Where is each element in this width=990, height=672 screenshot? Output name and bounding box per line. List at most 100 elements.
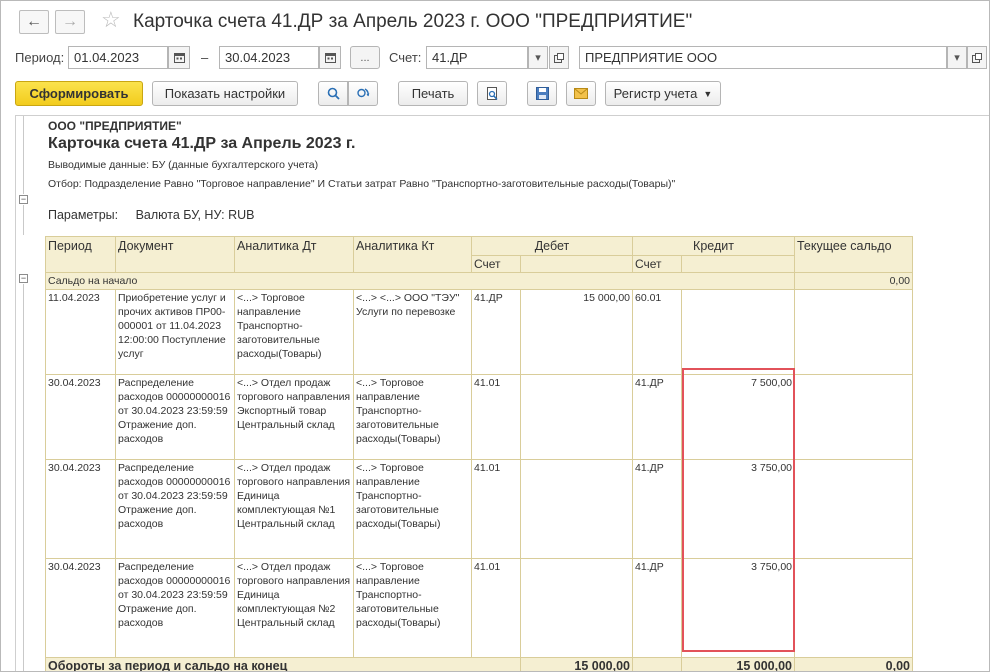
preview-button[interactable] [477,81,507,106]
dropdown-arrow-icon: ▾ [954,52,960,64]
table-row[interactable]: 30.04.2023 Распределение расходов 000000… [45,459,913,559]
header-document: Документ [115,236,235,273]
cell-credit-account: 60.01 [632,289,682,375]
generate-button[interactable]: Сформировать [15,81,143,106]
account-input[interactable]: 41.ДР [426,46,528,69]
cell-document[interactable]: Приобретение услуг и прочих активов ПР00… [115,289,235,375]
header-debit-account: Счет [471,255,521,273]
header-period: Период [45,236,116,273]
selection-text: Отбор: Подразделение Равно "Торговое нап… [48,178,676,190]
date-from-input[interactable]: 01.04.2023 [68,46,168,69]
cell-credit-account: 41.ДР [632,558,682,658]
date-to-input[interactable]: 30.04.2023 [219,46,319,69]
arrow-right-icon: → [62,13,78,30]
search-button[interactable] [318,81,348,106]
calendar-icon [173,53,185,63]
save-button[interactable] [527,81,557,106]
cell-document[interactable]: Распределение расходов 00000000016 от 30… [115,459,235,559]
organization-dropdown-button[interactable]: ▾ [947,46,967,69]
search-icon [327,87,340,100]
cell-document[interactable]: Распределение расходов 00000000016 от 30… [115,558,235,658]
cell-analytics-kt: <...> Торговое направление Транспортно-з… [353,374,472,460]
company-name: ООО "ПРЕДПРИЯТИЕ" [48,119,182,133]
header-analytics-dt: Аналитика Дт [234,236,354,273]
cell-analytics-dt: <...> Отдел продаж торгового направления… [234,558,354,658]
header-credit: Кредит [632,236,795,256]
report-table: Период Документ Аналитика Дт Аналитика К… [45,236,913,671]
cell-debit-amount [520,459,633,559]
calendar-from-button[interactable] [168,46,190,69]
table-row[interactable]: 30.04.2023 Распределение расходов 000000… [45,558,913,658]
opening-balance-row: Сальдо на начало 0,00 [45,272,913,290]
cell-credit-account: 41.ДР [632,459,682,559]
cell-period: 30.04.2023 [45,374,116,460]
cell-balance [794,459,913,559]
account-dropdown-button[interactable]: ▾ [528,46,548,69]
parameters-value: Валюта БУ, НУ: RUB [135,208,255,222]
cell-period: 30.04.2023 [45,558,116,658]
envelope-icon [574,88,588,99]
header-analytics-kt: Аналитика Кт [353,236,472,273]
account-open-button[interactable] [549,46,569,69]
cell-debit-amount [520,374,633,460]
calendar-icon [324,53,336,63]
search-next-button[interactable] [348,81,378,106]
collapse-icon[interactable]: − [19,195,28,204]
totals-credit: 15 000,00 [681,657,795,671]
window-title: Карточка счета 41.ДР за Апрель 2023 г. О… [133,11,693,32]
collapse-icon[interactable]: − [19,274,28,283]
open-link-icon [972,52,982,63]
forward-button[interactable]: → [55,10,85,34]
refresh-search-icon [357,88,370,98]
show-settings-button[interactable]: Показать настройки [152,81,298,106]
cell-analytics-dt: <...> Торговое направление Транспортно-з… [234,289,354,375]
cell-debit-account: 41.01 [471,558,521,658]
organization-input[interactable]: ПРЕДПРИЯТИЕ ООО [579,46,947,69]
cell-period: 11.04.2023 [45,289,116,375]
cell-balance [794,558,913,658]
report-heading: Карточка счета 41.ДР за Апрель 2023 г. [48,135,356,152]
cell-period: 30.04.2023 [45,459,116,559]
star-icon[interactable]: ☆ [101,7,121,33]
send-email-button[interactable] [566,81,596,106]
organization-open-button[interactable] [967,46,987,69]
cell-analytics-dt: <...> Отдел продаж торгового направления… [234,459,354,559]
header-credit-account: Счет [632,255,682,273]
back-button[interactable]: ← [19,10,49,34]
opening-balance-label: Сальдо на начало [45,272,795,290]
choose-period-button[interactable]: ... [350,46,380,69]
registry-button[interactable]: Регистр учета ▼ [605,81,721,106]
table-row[interactable]: 11.04.2023 Приобретение услуг и прочих а… [45,289,913,375]
group-line [23,116,24,194]
totals-debit: 15 000,00 [520,657,633,671]
period-dash: – [201,50,209,65]
period-label: Период: [15,50,65,65]
output-data-text: Выводимые данные: БУ (данные бухгалтерск… [48,159,319,171]
cell-balance [794,289,913,375]
table-row[interactable]: 30.04.2023 Распределение расходов 000000… [45,374,913,460]
parameters-line: Параметры: Валюта БУ, НУ: RUB [48,208,254,222]
totals-label: Обороты за период и сальдо на конец [45,657,521,671]
cell-credit-amount: 7 500,00 [681,374,795,460]
floppy-disk-icon [535,87,549,100]
calendar-to-button[interactable] [319,46,341,69]
totals-row: Обороты за период и сальдо на конец 15 0… [45,657,913,671]
dropdown-arrow-icon: ▾ [535,52,541,64]
cell-analytics-dt: <...> Отдел продаж торгового направления… [234,374,354,460]
print-preview-icon [486,86,498,100]
cell-debit-account: 41.01 [471,459,521,559]
cell-credit-account: 41.ДР [632,374,682,460]
cell-debit-amount: 15 000,00 [520,289,633,375]
cell-analytics-kt: <...> Торговое направление Транспортно-з… [353,459,472,559]
group-line [23,284,24,671]
parameters-label: Параметры: [48,208,119,222]
report-window: ← → ☆ Карточка счета 41.ДР за Апрель 202… [0,0,990,672]
registry-button-label: Регистр учета [613,86,698,101]
title-bar: ← → ☆ Карточка счета 41.ДР за Апрель 202… [1,1,989,41]
cell-debit-account: 41.01 [471,374,521,460]
print-button[interactable]: Печать [398,81,468,106]
cell-debit-amount [520,558,633,658]
arrow-left-icon: ← [26,13,42,30]
cell-document[interactable]: Распределение расходов 00000000016 от 30… [115,374,235,460]
totals-balance: 0,00 [794,657,913,671]
